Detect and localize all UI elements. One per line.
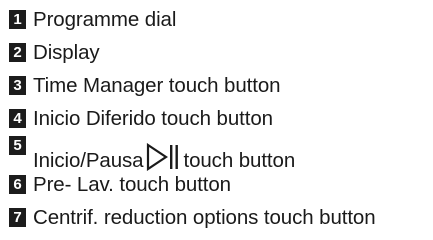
number-badge: 1 [9, 10, 26, 29]
legend-item-programme-dial: 1 Programme dial [9, 3, 429, 36]
number-badge: 4 [9, 109, 26, 128]
legend-item-label: Pre- Lav. touch button [33, 172, 231, 196]
legend-item-label: Programme dial [33, 7, 177, 31]
number-badge: 7 [9, 208, 26, 227]
legend-item-inicio-diferido: 4 Inicio Diferido touch button [9, 102, 429, 135]
number-badge: 3 [9, 76, 26, 95]
legend-item-label: Inicio Diferido touch button [33, 106, 273, 130]
legend-item-pre-lav: 6 Pre- Lav. touch button [9, 168, 429, 201]
number-badge: 6 [9, 175, 26, 194]
number-badge: 5 [9, 136, 26, 155]
legend-item-display: 2 Display [9, 36, 429, 69]
legend-item-time-manager: 3 Time Manager touch button [9, 69, 429, 102]
play-pause-icon [147, 143, 179, 171]
numbered-legend: 1 Programme dial 2 Display 3 Time Manage… [9, 3, 429, 234]
legend-item-centrif-reduction: 7 Centrif. reduction options touch butto… [9, 201, 429, 234]
legend-item-inicio-pausa: 5 Inicio/Pausa touch button [9, 135, 429, 172]
legend-item-label: Time Manager touch button [33, 73, 281, 97]
number-badge: 2 [9, 43, 26, 62]
legend-item-label: Centrif. reduction options touch button [33, 205, 376, 229]
legend-item-label: Display [33, 40, 100, 64]
